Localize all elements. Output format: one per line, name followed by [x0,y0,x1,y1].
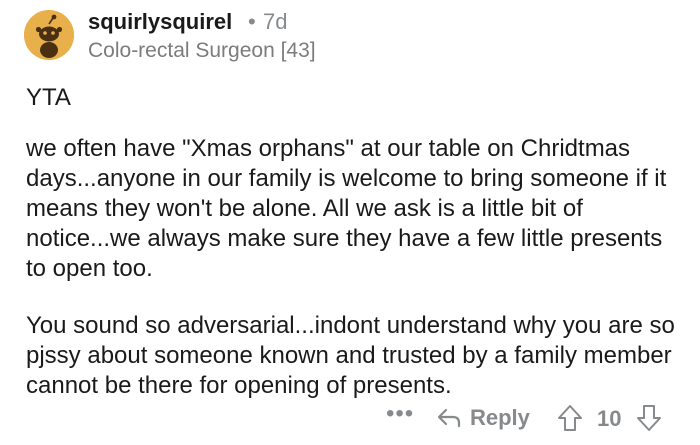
upvote-arrow-icon[interactable] [557,404,583,432]
meta-separator: • [248,9,256,34]
comment-paragraph: we often have "Xmas orphans" at our tabl… [26,135,667,282]
comment-age: 7d [263,9,288,34]
comment-paragraph: You sound so adversarial...indont unders… [26,312,675,399]
reply-button[interactable]: Reply [436,402,530,434]
reply-label: Reply [470,405,530,430]
comment-actions: ••• Reply 10 [0,400,700,440]
avatar[interactable] [24,10,74,60]
more-options-button[interactable]: ••• [386,400,414,428]
comment-paragraph: YTA [26,84,71,111]
downvote-arrow-icon[interactable] [636,404,662,432]
reply-arrow-icon [437,408,461,428]
snoo-avatar-icon [24,10,74,60]
username-link[interactable]: squirlysquirel [88,9,232,35]
vote-score: 10 [597,406,622,431]
user-flair: Colo-rectal Surgeon [43] [88,39,316,62]
comment: squirlysquirel • 7d Colo-rectal Surgeon … [0,0,700,445]
